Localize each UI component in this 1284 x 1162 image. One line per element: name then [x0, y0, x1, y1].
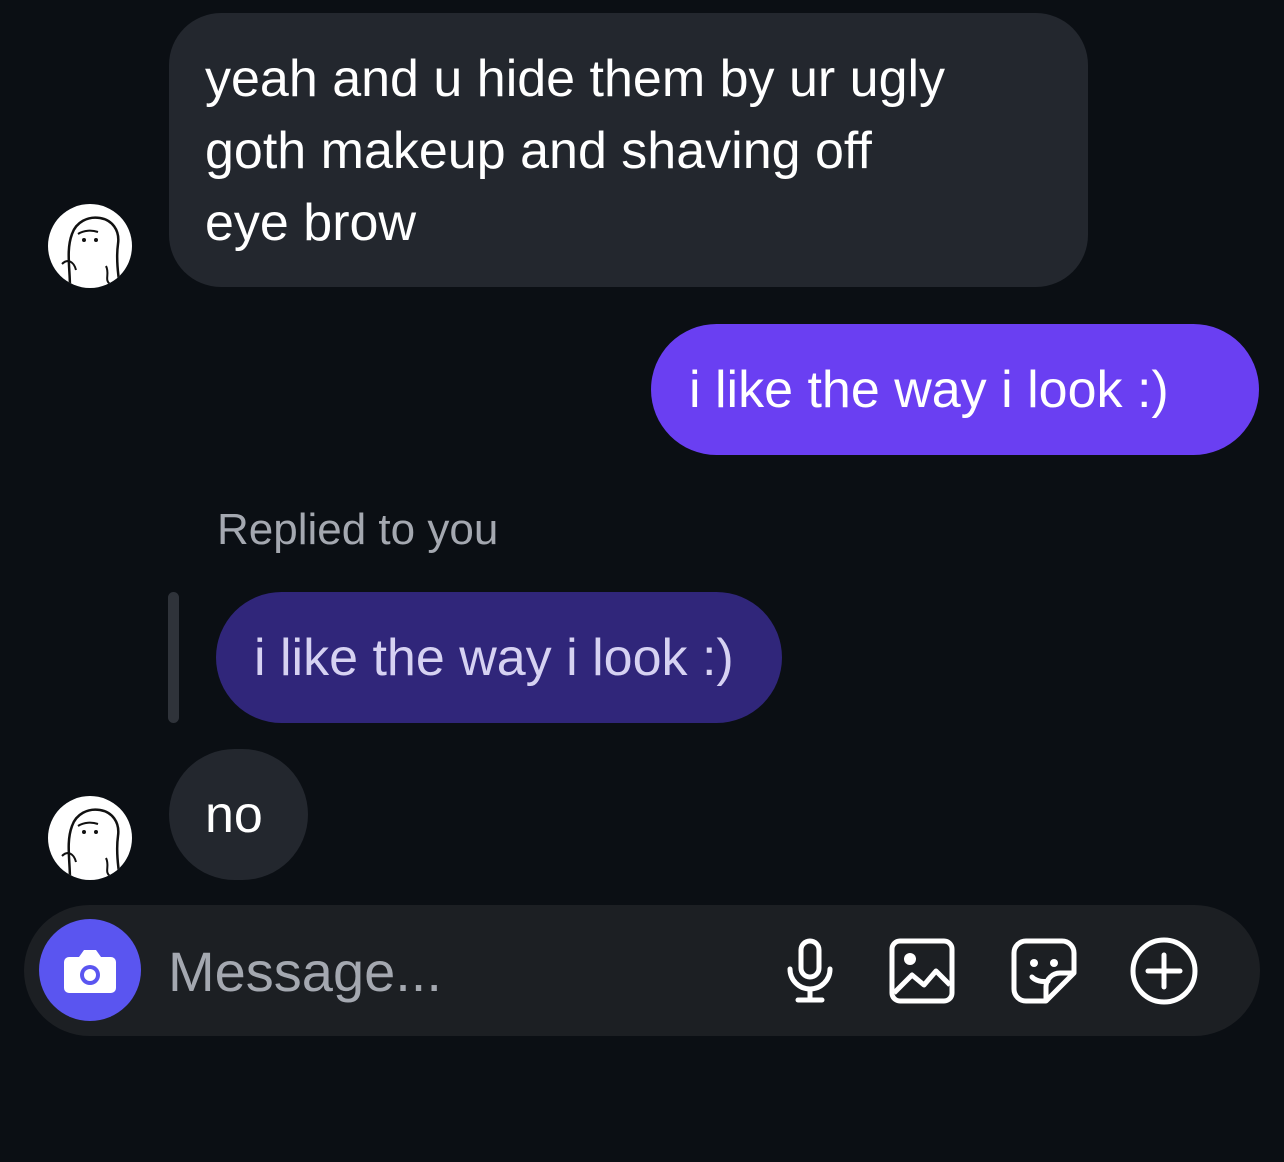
camera-icon — [64, 950, 116, 993]
incoming-message-bubble[interactable]: no — [169, 749, 308, 880]
quoted-message-text: i like the way i look :) — [254, 629, 734, 687]
sticker-button[interactable] — [1008, 935, 1080, 1007]
message-line: yeah and u hide them by ur ugly — [205, 50, 946, 108]
image-icon — [889, 938, 955, 1004]
message-line: eye brow — [205, 194, 416, 252]
outgoing-message-bubble[interactable]: i like the way i look :) — [651, 324, 1259, 455]
add-button[interactable] — [1128, 935, 1200, 1007]
reply-label: Replied to you — [217, 505, 499, 554]
plus-circle-icon — [1130, 937, 1198, 1005]
message-input[interactable] — [168, 931, 728, 1011]
quoted-message-bubble[interactable]: i like the way i look :) — [216, 592, 782, 723]
cartoon-avatar-icon — [61, 808, 122, 880]
camera-button[interactable] — [39, 919, 141, 1021]
sender-avatar[interactable] — [48, 796, 132, 880]
message-composer — [24, 905, 1260, 1036]
gallery-button[interactable] — [886, 935, 958, 1007]
message-text: no — [205, 786, 263, 844]
microphone-icon — [787, 938, 833, 1003]
message-line: goth makeup and shaving off — [205, 122, 872, 180]
reply-indicator-bar — [168, 592, 179, 723]
incoming-message-bubble[interactable]: yeah and u hide them by ur ugly goth mak… — [169, 13, 1088, 287]
sticker-icon — [1011, 938, 1077, 1004]
cartoon-avatar-icon — [61, 216, 122, 288]
microphone-button[interactable] — [774, 935, 846, 1007]
sender-avatar[interactable] — [48, 204, 132, 288]
message-text: i like the way i look :) — [689, 361, 1169, 419]
